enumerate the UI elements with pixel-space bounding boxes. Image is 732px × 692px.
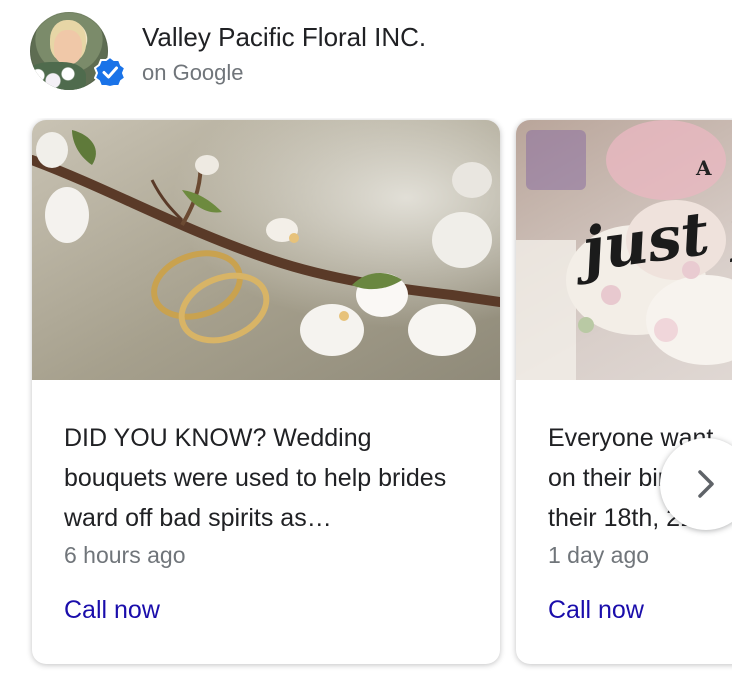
post-card[interactable]: A just f Everyone want on their birthda … bbox=[516, 120, 732, 664]
source-label: on Google bbox=[142, 60, 244, 85]
call-now-link[interactable]: Call now bbox=[548, 596, 644, 625]
image-overlay-letter: A bbox=[696, 156, 712, 180]
business-header: Valley Pacific Floral INC. on Google bbox=[30, 12, 710, 92]
post-image-wedding-rings[interactable] bbox=[32, 120, 500, 380]
post-text: DID YOU KNOW? Wedding bouquets were used… bbox=[64, 424, 447, 532]
avatar-flowers bbox=[30, 62, 86, 90]
avatar-face bbox=[54, 30, 82, 64]
post-timestamp: 1 day ago bbox=[548, 542, 650, 568]
verified-badge-icon bbox=[94, 56, 126, 88]
business-name[interactable]: Valley Pacific Floral INC. bbox=[142, 22, 426, 53]
chevron-right-icon bbox=[698, 470, 714, 498]
posts-carousel: DID YOU KNOW? Wedding bouquets were used… bbox=[0, 118, 732, 678]
post-timestamp: 6 hours ago bbox=[64, 542, 186, 568]
post-card[interactable]: DID YOU KNOW? Wedding bouquets were used… bbox=[32, 120, 500, 664]
call-now-link[interactable]: Call now bbox=[64, 596, 160, 625]
